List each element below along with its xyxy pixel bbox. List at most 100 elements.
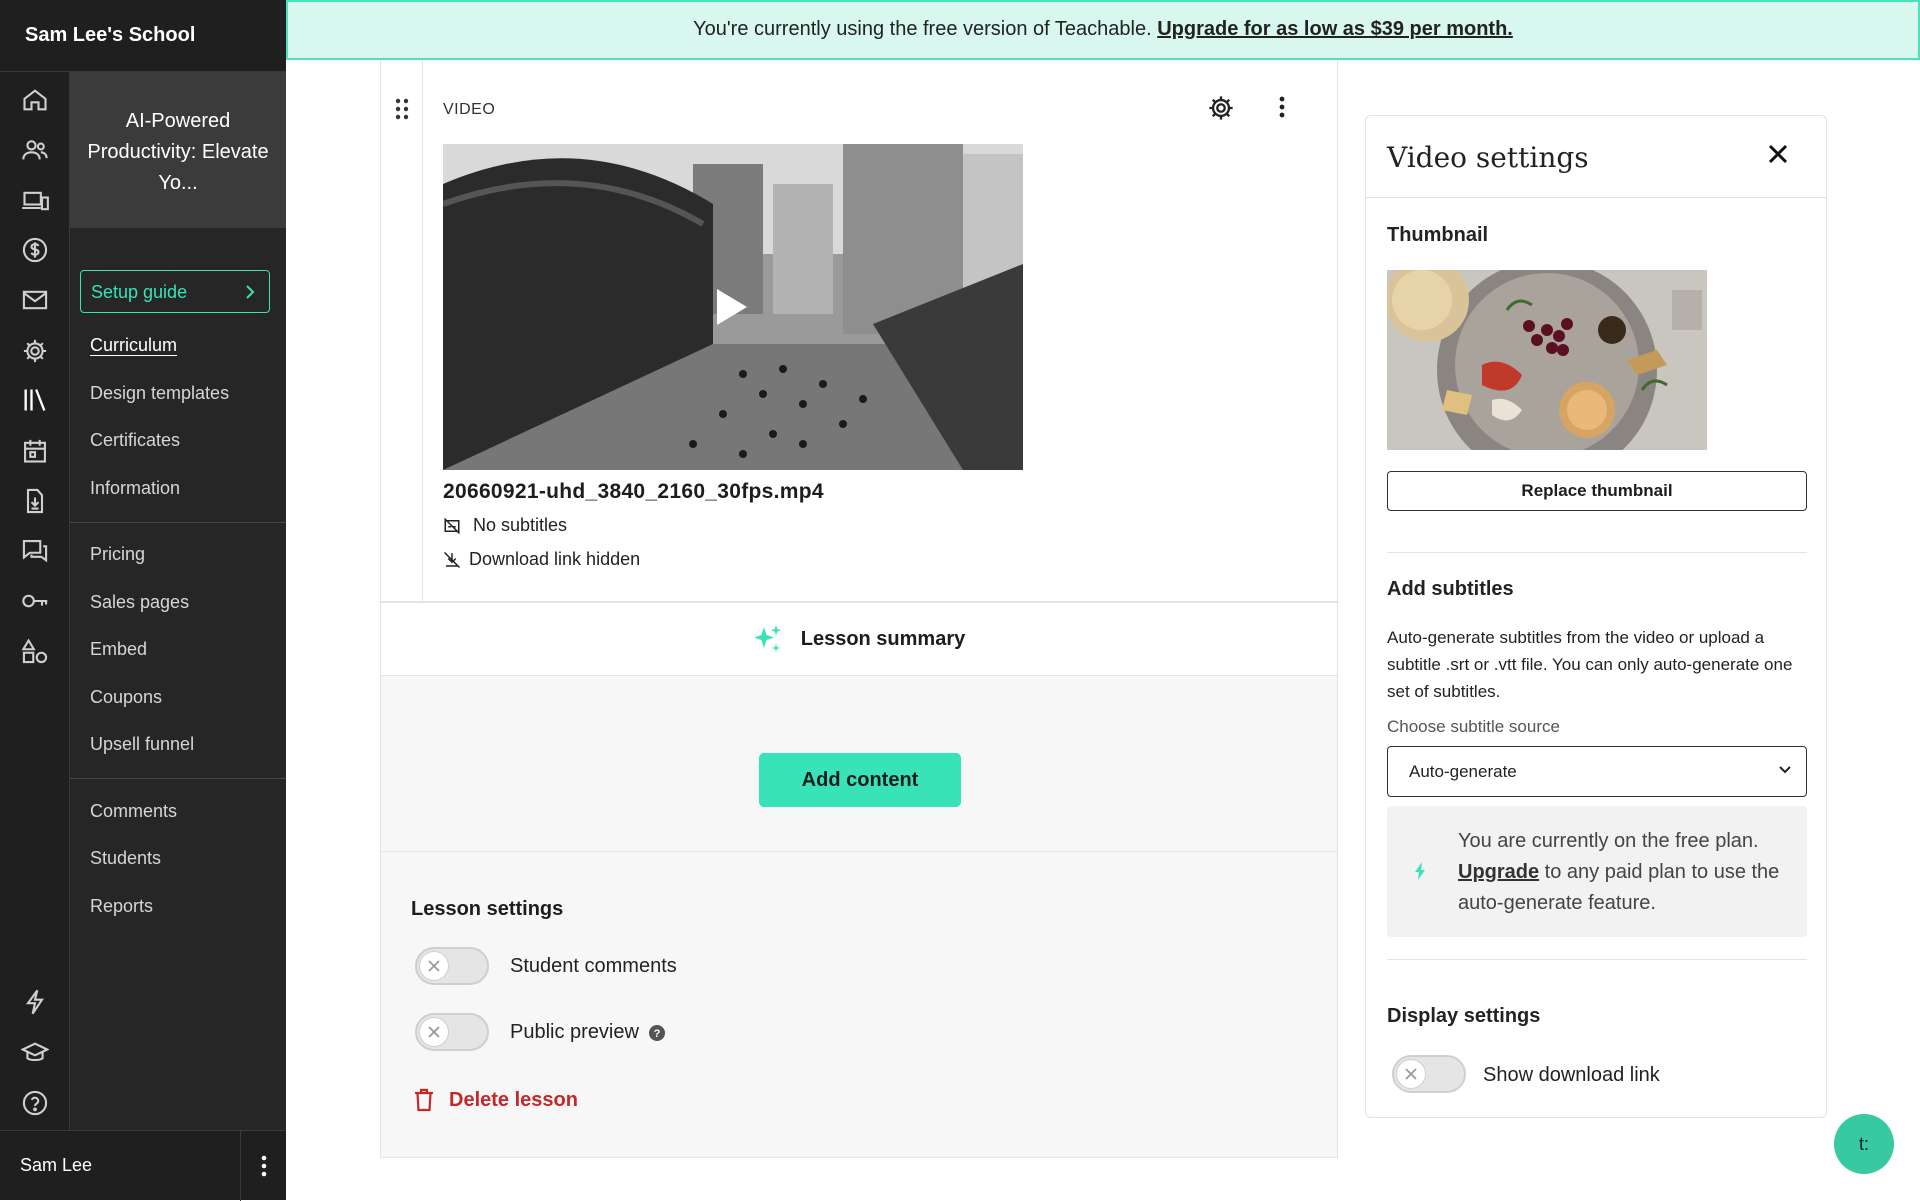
user-menu-button[interactable]: [240, 1131, 286, 1201]
upgrade-notice: You are currently on the free plan. Upgr…: [1387, 806, 1807, 937]
user-name[interactable]: Sam Lee: [20, 1155, 92, 1176]
subtitle-source-select[interactable]: Auto-generate: [1387, 746, 1807, 797]
divider: [1387, 552, 1807, 553]
delete-lesson-label: Delete lesson: [449, 1088, 578, 1111]
nav-divider: [70, 522, 286, 523]
video-filename: 20660921-uhd_3840_2160_30fps.mp4: [443, 480, 824, 503]
nav-reports[interactable]: Reports: [90, 896, 153, 917]
chevron-right-icon: [243, 284, 257, 300]
user-bar: Sam Lee: [0, 1130, 286, 1201]
school-name[interactable]: Sam Lee's School: [0, 0, 286, 72]
banner-text: You're currently using the free version …: [693, 18, 1158, 40]
divider: [1387, 959, 1807, 960]
download-status: Download link hidden: [443, 549, 640, 570]
gear-icon[interactable]: [1207, 94, 1235, 122]
lightning-icon[interactable]: [20, 987, 50, 1017]
toggle-off-icon: [419, 951, 449, 981]
replace-thumbnail-button[interactable]: Replace thumbnail: [1387, 471, 1807, 511]
download-icon[interactable]: [20, 486, 50, 516]
drag-handle-icon[interactable]: [395, 98, 409, 120]
nav-embed[interactable]: Embed: [90, 639, 147, 660]
download-off-icon: [443, 551, 461, 569]
key-icon[interactable]: [20, 586, 50, 616]
svg-text:?: ?: [654, 1028, 661, 1040]
nav-certificates[interactable]: Certificates: [90, 430, 180, 451]
nav-divider: [70, 778, 286, 779]
trash-icon: [413, 1088, 435, 1112]
graduation-cap-icon[interactable]: [20, 1038, 50, 1068]
shapes-icon[interactable]: [20, 636, 50, 666]
subtitles-off-icon: [443, 517, 461, 535]
lesson-summary-button[interactable]: Lesson summary: [380, 602, 1338, 676]
devices-icon[interactable]: [20, 186, 50, 216]
subtitles-description: Auto-generate subtitles from the video o…: [1387, 628, 1793, 701]
public-preview-toggle[interactable]: [415, 1013, 489, 1051]
nav-comments[interactable]: Comments: [90, 801, 177, 822]
users-icon[interactable]: [20, 135, 50, 165]
setup-guide-label: Setup guide: [91, 282, 188, 302]
lesson-summary-label: Lesson summary: [800, 627, 966, 650]
toggle-off-icon: [419, 1017, 449, 1047]
nav-curriculum[interactable]: Curriculum: [90, 335, 177, 356]
display-settings-heading: Display settings: [1387, 1005, 1541, 1027]
video-block: VIDEO 20660921-uhd_3840_2160_30fps.mp4 N…: [380, 60, 1338, 602]
upgrade-notice-pre: You are currently on the free plan.: [1458, 830, 1759, 852]
subtitle-source-value: Auto-generate: [1409, 762, 1517, 781]
public-preview-row: Public preview ?: [510, 1021, 665, 1044]
divider: [1366, 197, 1826, 198]
drag-column: [381, 60, 423, 602]
show-download-link-label: Show download link: [1483, 1064, 1660, 1086]
chat-icon[interactable]: [20, 536, 50, 566]
public-preview-label: Public preview: [510, 1021, 639, 1043]
student-comments-label: Student comments: [510, 955, 677, 977]
subtitles-status-text: No subtitles: [473, 515, 568, 535]
thumbnail-heading: Thumbnail: [1387, 224, 1489, 246]
nav-design-templates[interactable]: Design templates: [90, 383, 229, 404]
more-vertical-icon: [261, 1155, 266, 1177]
student-comments-toggle[interactable]: [415, 947, 489, 985]
video-settings-panel: Video settings Thumbnail Replace thumbna…: [1365, 115, 1827, 1118]
chevron-down-icon: [1778, 765, 1792, 775]
play-icon[interactable]: [715, 287, 749, 327]
help-icon[interactable]: [20, 1088, 50, 1118]
lightning-icon: [1414, 862, 1426, 880]
upgrade-notice-text: You are currently on the free plan. Upgr…: [1458, 826, 1788, 919]
add-content-button[interactable]: Add content: [759, 753, 961, 807]
lesson-content-area: Add content Lesson settings Student comm…: [380, 676, 1338, 1158]
subtitles-status: No subtitles: [443, 515, 567, 536]
help-icon[interactable]: ?: [648, 1024, 665, 1041]
nav-upsell-funnel[interactable]: Upsell funnel: [90, 734, 194, 755]
course-title[interactable]: AI-Powered Productivity: Elevate Yo...: [70, 72, 286, 228]
chat-bubble-button[interactable]: t:: [1834, 1114, 1894, 1174]
close-icon[interactable]: [1768, 144, 1788, 164]
dollar-icon[interactable]: [20, 235, 50, 265]
thumbnail-image: [1387, 270, 1707, 450]
nav-coupons[interactable]: Coupons: [90, 687, 162, 708]
toggle-off-icon: [1396, 1059, 1426, 1089]
more-vertical-icon[interactable]: [1279, 96, 1285, 118]
mail-icon[interactable]: [20, 285, 50, 315]
nav-pricing[interactable]: Pricing: [90, 544, 145, 565]
nav-sales-pages[interactable]: Sales pages: [90, 592, 189, 613]
nav-students[interactable]: Students: [90, 848, 161, 869]
nav-information[interactable]: Information: [90, 478, 180, 499]
divider: [381, 851, 1337, 852]
video-player[interactable]: [443, 144, 1023, 470]
banner-upgrade-link[interactable]: Upgrade for as low as $39 per month.: [1157, 18, 1513, 40]
upgrade-banner: You're currently using the free version …: [286, 0, 1920, 60]
gear-icon[interactable]: [20, 336, 50, 366]
home-icon[interactable]: [20, 85, 50, 115]
upgrade-link[interactable]: Upgrade: [1458, 861, 1539, 883]
setup-guide-button[interactable]: Setup guide: [80, 270, 270, 313]
subtitle-source-label: Choose subtitle source: [1387, 717, 1560, 736]
show-download-link-toggle[interactable]: [1392, 1055, 1466, 1093]
calendar-icon[interactable]: [20, 436, 50, 466]
add-subtitles-heading: Add subtitles: [1387, 578, 1514, 600]
course-nav: AI-Powered Productivity: Elevate Yo... S…: [70, 72, 286, 1130]
video-block-label: VIDEO: [443, 101, 496, 118]
delete-lesson-button[interactable]: Delete lesson: [413, 1088, 578, 1112]
lesson-settings-heading: Lesson settings: [411, 898, 564, 920]
sparkle-icon: [753, 624, 783, 654]
icon-rail: [0, 72, 70, 1130]
library-icon[interactable]: [20, 385, 50, 415]
